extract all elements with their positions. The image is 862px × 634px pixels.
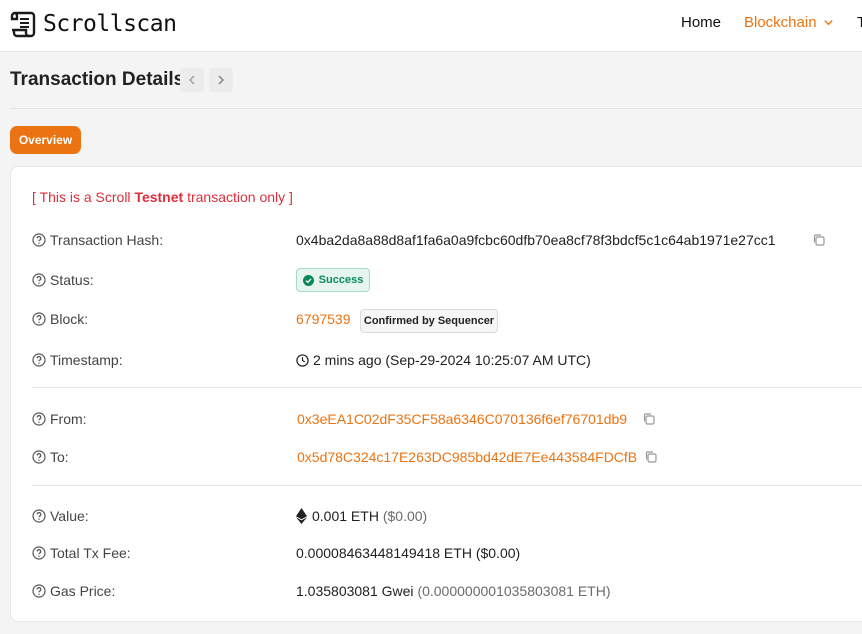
sequencer-badge: Confirmed by Sequencer xyxy=(360,309,498,333)
to-address-link[interactable]: 0x5d78C324c17E263DC985bd42dE7Ee443584FDC… xyxy=(297,449,637,465)
question-circle-icon[interactable] xyxy=(32,584,46,598)
label-to: To: xyxy=(32,449,69,465)
nav-blockchain-label: Blockchain xyxy=(744,14,817,31)
label-text: Gas Price: xyxy=(50,583,116,599)
nav-home[interactable]: Home xyxy=(681,14,721,31)
timestamp-value: 2 mins ago (Sep-29-2024 10:25:07 AM UTC) xyxy=(296,352,591,368)
value-amount: 0.001 ETH ($0.00) xyxy=(296,508,427,524)
label-text: To: xyxy=(50,449,69,465)
section-divider xyxy=(32,485,862,486)
chevron-down-icon xyxy=(823,20,833,26)
block-number-link[interactable]: 6797539 xyxy=(296,311,351,327)
question-circle-icon[interactable] xyxy=(32,312,46,326)
label-text: Total Tx Fee: xyxy=(50,545,131,561)
status-text: Success xyxy=(318,274,364,286)
section-divider xyxy=(32,387,862,388)
chevron-right-icon xyxy=(218,75,225,85)
label-text: Block: xyxy=(50,311,89,327)
status-badge: Success xyxy=(296,268,370,292)
logo-text: Scrollscan xyxy=(43,11,177,37)
scroll-logo-icon xyxy=(10,11,36,38)
label-text: Timestamp: xyxy=(50,352,123,368)
site-logo[interactable]: Scrollscan xyxy=(9,9,177,39)
label-status: Status: xyxy=(32,272,94,288)
label-total-tx-fee: Total Tx Fee: xyxy=(32,545,131,561)
page-title: Transaction Details xyxy=(10,69,185,90)
question-circle-icon[interactable] xyxy=(32,450,46,464)
timestamp-text: 2 mins ago (Sep-29-2024 10:25:07 AM UTC) xyxy=(313,352,591,368)
check-circle-icon xyxy=(302,274,314,286)
question-circle-icon[interactable] xyxy=(32,412,46,426)
gas-price-eth: (0.000000001035803081 ETH) xyxy=(417,583,611,599)
next-transaction-button[interactable] xyxy=(209,68,233,92)
question-circle-icon[interactable] xyxy=(32,546,46,560)
notice-testnet: Testnet xyxy=(134,189,184,205)
label-block: Block: xyxy=(32,311,88,327)
copy-icon[interactable] xyxy=(644,450,658,464)
notice-suffix: transaction only ] xyxy=(183,189,293,205)
value-eth: 0.001 ETH xyxy=(312,508,379,524)
eth-icon xyxy=(296,508,307,524)
nav-item-truncated[interactable]: T xyxy=(857,14,862,31)
chevron-left-icon xyxy=(188,75,195,85)
label-transaction-hash: Transaction Hash: xyxy=(32,232,163,248)
question-circle-icon[interactable] xyxy=(32,273,46,287)
label-text: From: xyxy=(50,411,87,427)
notice-prefix: [ This is a Scroll xyxy=(32,189,135,205)
label-timestamp: Timestamp: xyxy=(32,352,123,368)
gas-price-gwei: 1.035803081 Gwei xyxy=(296,583,414,599)
label-from: From: xyxy=(32,411,87,427)
title-divider xyxy=(10,108,862,109)
label-gas-price: Gas Price: xyxy=(32,583,115,599)
total-tx-fee-value: 0.00008463448149418 ETH ($0.00) xyxy=(296,545,521,561)
question-circle-icon[interactable] xyxy=(32,233,46,247)
question-circle-icon[interactable] xyxy=(32,353,46,367)
from-address-link[interactable]: 0x3eEA1C02dF35CF58a6346C070136f6ef76701d… xyxy=(297,411,627,427)
gas-price-value: 1.035803081 Gwei (0.000000001035803081 E… xyxy=(296,583,610,599)
label-value: Value: xyxy=(32,508,89,524)
copy-icon[interactable] xyxy=(642,412,656,426)
top-navbar: Scrollscan Home Blockchain T xyxy=(0,0,862,52)
copy-icon[interactable] xyxy=(812,233,826,247)
nav-blockchain-dropdown[interactable]: Blockchain xyxy=(744,14,834,31)
question-circle-icon[interactable] xyxy=(32,509,46,523)
testnet-notice: [ This is a Scroll Testnet transaction o… xyxy=(32,189,293,205)
label-text: Status: xyxy=(50,272,94,288)
prev-transaction-button[interactable] xyxy=(180,68,204,92)
transaction-hash-value: 0x4ba2da8a88d8af1fa6a0a9fcbc60dfb70ea8cf… xyxy=(296,232,776,248)
label-text: Transaction Hash: xyxy=(50,232,164,248)
tab-overview[interactable]: Overview xyxy=(10,126,81,154)
clock-icon xyxy=(296,353,309,367)
value-usd: ($0.00) xyxy=(382,508,428,524)
label-text: Value: xyxy=(50,508,89,524)
